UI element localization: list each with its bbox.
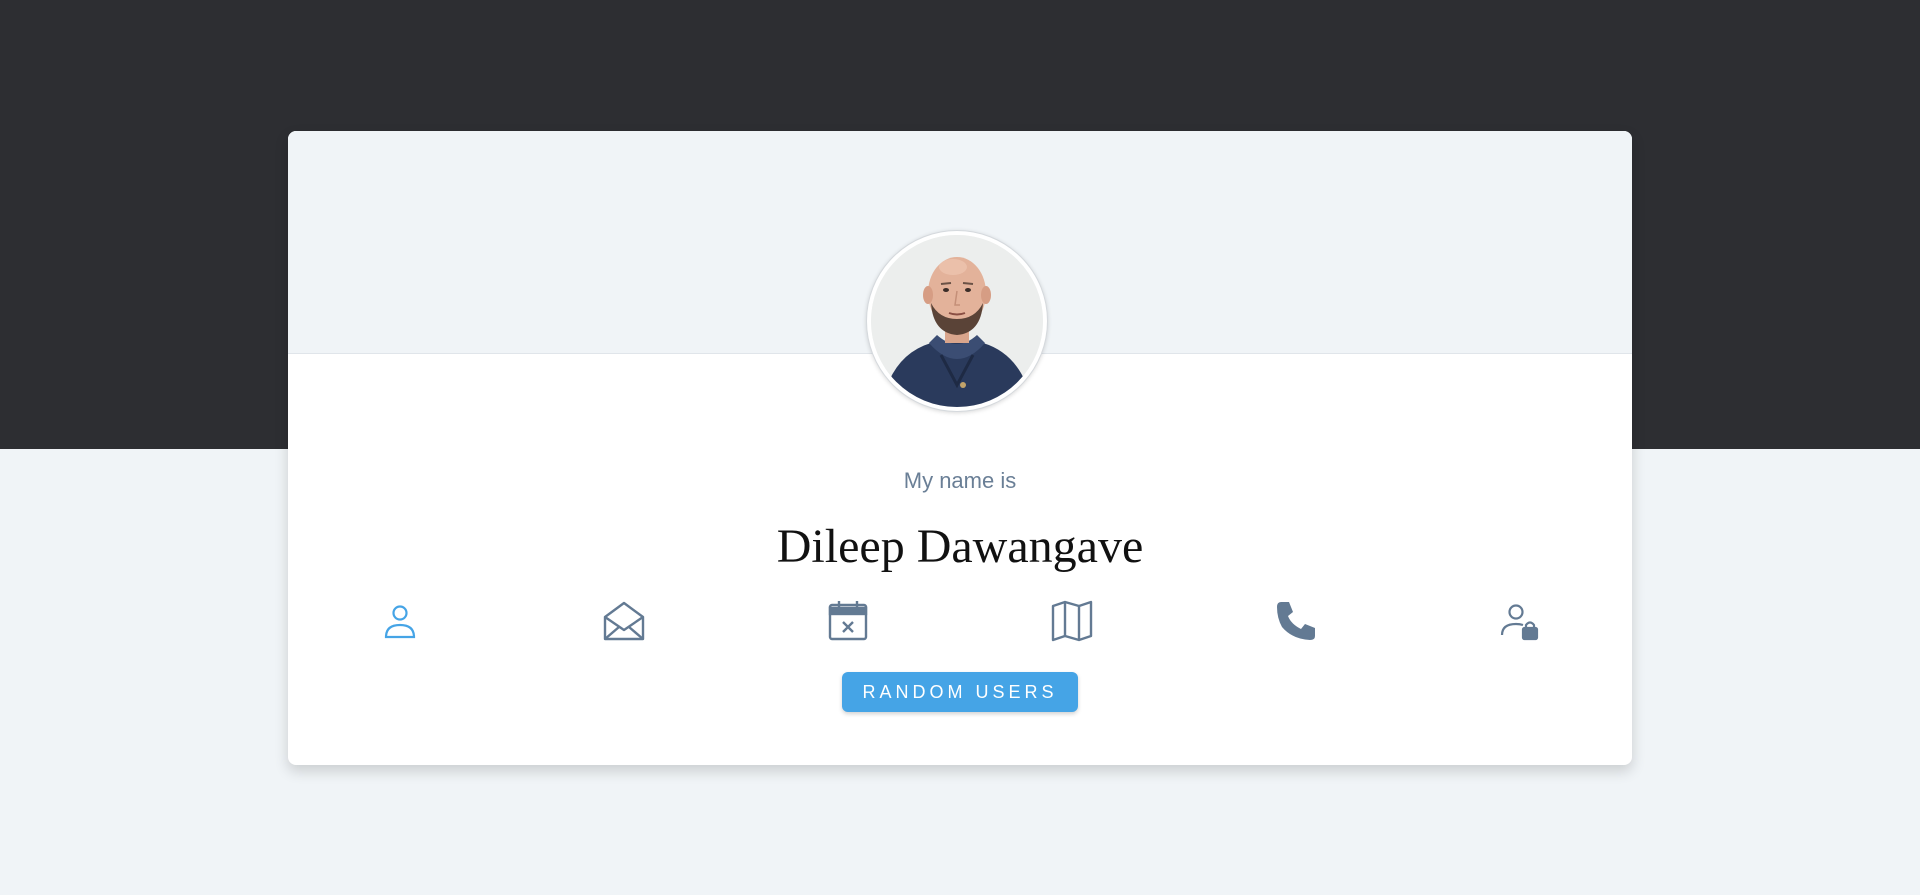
user-lock-icon[interactable] xyxy=(1495,596,1545,646)
avatar xyxy=(866,230,1048,412)
name-value: Dileep Dawangave xyxy=(776,520,1144,573)
map-icon[interactable] xyxy=(1047,596,1097,646)
avatar-photo xyxy=(871,235,1043,407)
name-label: My name is xyxy=(903,468,1017,493)
envelope-open-icon[interactable] xyxy=(599,596,649,646)
random-users-button[interactable]: Random Users xyxy=(842,672,1078,712)
user-card: My name is Dileep Dawangave RANDOM USERS xyxy=(288,131,1632,765)
phone-icon[interactable] xyxy=(1271,596,1321,646)
user-icon[interactable] xyxy=(375,596,425,646)
calendar-x-icon[interactable] xyxy=(823,596,873,646)
info-icon-row xyxy=(288,596,1632,646)
